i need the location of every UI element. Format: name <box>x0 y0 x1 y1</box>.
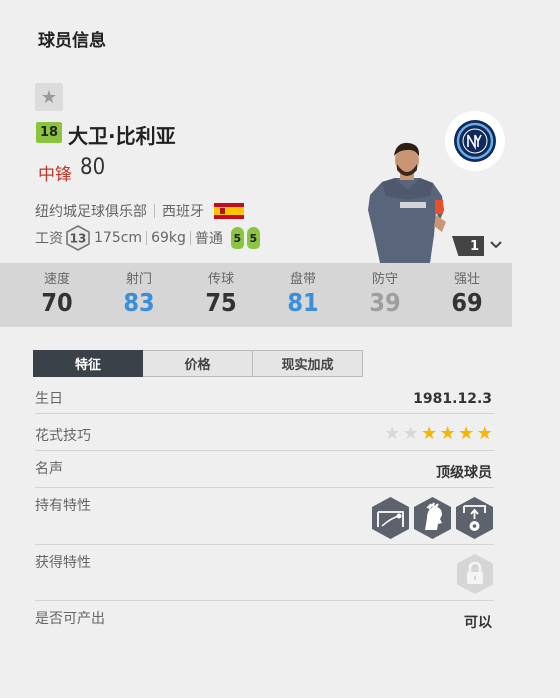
right-foot-icon: 5 <box>246 227 260 249</box>
body-type: 普通 <box>194 231 223 247</box>
stat-column: 强壮 69 <box>426 263 508 327</box>
divider <box>154 204 155 218</box>
player-info-line: 工资 13 175cm 69kg 普通 5 5 <box>35 225 263 251</box>
birthday-label: 生日 <box>35 391 63 407</box>
star-filled-icon: ★ <box>476 423 493 444</box>
attr-row-producible: 是否可产出 可以 <box>35 601 494 641</box>
flair-player-icon[interactable] <box>413 496 452 540</box>
reputation-label: 名声 <box>35 461 63 477</box>
tab-real-bonus[interactable]: 现实加成 <box>253 350 363 377</box>
nation-name: 西班牙 <box>162 204 204 220</box>
club-name: 纽约城足球俱乐部 <box>35 204 147 220</box>
producible-value: 可以 <box>464 615 492 631</box>
birthday-value: 1981.12.3 <box>413 391 492 407</box>
favorite-button[interactable]: ★ <box>35 83 63 111</box>
trait-icons <box>371 496 494 540</box>
stat-value: 75 <box>205 288 237 317</box>
chevron-down-icon[interactable] <box>489 238 503 252</box>
finesse-shot-icon[interactable] <box>371 496 410 540</box>
stats-bar: 速度 70 射门 83 传球 75 盘带 81 防守 39 强壮 69 <box>0 263 512 327</box>
star-icon: ★ <box>40 86 58 108</box>
penalty-taker-icon[interactable] <box>455 496 494 540</box>
star-filled-icon: ★ <box>458 423 475 444</box>
wage-value: 13 <box>70 232 87 246</box>
reputation-value: 顶级球员 <box>436 465 492 481</box>
attr-row-traits: 持有特性 <box>35 488 494 545</box>
stat-value: 70 <box>41 288 73 317</box>
season-level-badge[interactable]: 1 <box>452 236 484 256</box>
nycfc-crest-icon <box>454 120 496 162</box>
player-photo <box>368 142 446 263</box>
attr-row-acquired-traits: 获得特性 <box>35 545 494 601</box>
overall-badge: 18 <box>36 122 62 143</box>
stat-label: 射门 <box>125 272 152 287</box>
stat-label: 强壮 <box>453 272 480 287</box>
skill-star-rating: ★ ★ ★ ★ ★ ★ <box>383 425 494 443</box>
acquired-traits-label: 获得特性 <box>35 555 91 571</box>
spain-flag-icon <box>214 203 244 219</box>
skill-moves-label: 花式技巧 <box>35 428 91 444</box>
weak-foot-icons: 5 5 <box>230 227 263 249</box>
stat-column: 防守 39 <box>344 263 426 327</box>
star-empty-icon: ★ <box>402 423 419 444</box>
wage-hex-icon: 13 <box>66 225 90 251</box>
star-filled-icon: ★ <box>421 423 438 444</box>
player-name: 大卫·比利亚 <box>68 124 176 148</box>
stat-value: 69 <box>451 288 483 317</box>
stat-label: 传球 <box>207 272 234 287</box>
stat-column: 传球 75 <box>180 263 262 327</box>
attr-row-reputation: 名声 顶级球员 <box>35 451 494 488</box>
stat-value: 39 <box>369 288 401 317</box>
stat-value: 81 <box>287 288 319 317</box>
tab-price[interactable]: 价格 <box>143 350 253 377</box>
star-filled-icon: ★ <box>439 423 456 444</box>
lock-icon <box>457 554 493 594</box>
attribute-list: 生日 1981.12.3 花式技巧 ★ ★ ★ ★ ★ ★ 名声 顶级球员 持有特性 <box>35 381 494 641</box>
stat-label: 防守 <box>371 272 398 287</box>
stat-column: 盘带 81 <box>262 263 344 327</box>
page-title: 球员信息 <box>38 31 106 51</box>
producible-label: 是否可产出 <box>35 611 105 627</box>
weight-value: 69kg <box>151 230 186 246</box>
stat-column: 速度 70 <box>16 263 98 327</box>
stat-label: 盘带 <box>289 272 316 287</box>
height-value: 175cm <box>94 230 143 246</box>
position-label: 中锋 <box>38 165 72 185</box>
tab-features[interactable]: 特征 <box>33 350 143 377</box>
traits-label: 持有特性 <box>35 498 91 514</box>
attr-row-skill-moves: 花式技巧 ★ ★ ★ ★ ★ ★ <box>35 414 494 451</box>
divider <box>189 231 191 245</box>
tab-bar: 特征 价格 现实加成 <box>33 350 363 377</box>
wage-label: 工资 <box>35 231 63 247</box>
stat-label: 速度 <box>43 272 70 287</box>
left-foot-icon: 5 <box>230 227 244 249</box>
stat-value: 83 <box>123 288 155 317</box>
position-rating: 80 <box>80 155 106 180</box>
divider <box>146 231 148 245</box>
attr-row-birthday: 生日 1981.12.3 <box>35 381 494 414</box>
stat-column: 射门 83 <box>98 263 180 327</box>
club-nation-line: 纽约城足球俱乐部 西班牙 <box>35 201 244 221</box>
star-empty-icon: ★ <box>384 423 401 444</box>
